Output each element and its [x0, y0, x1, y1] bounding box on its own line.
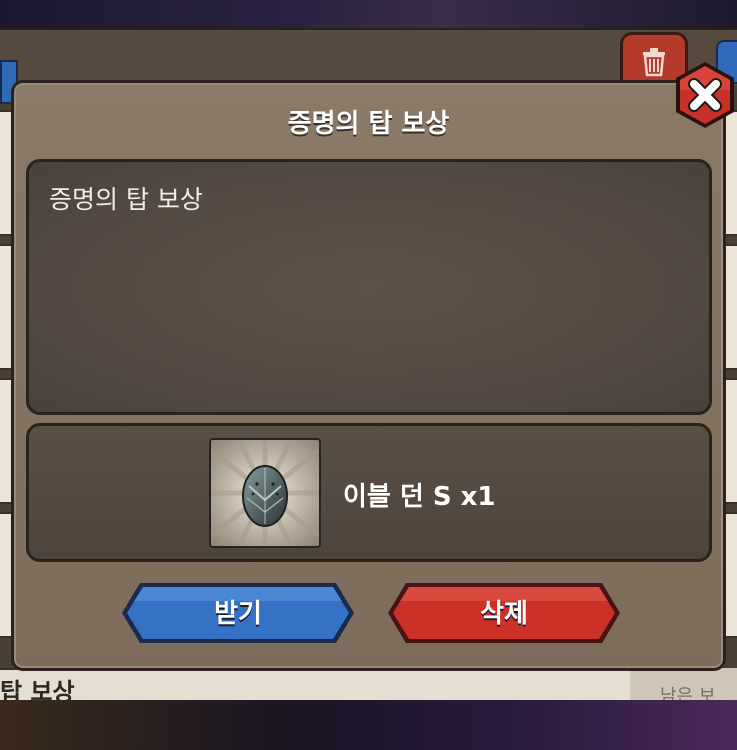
game-background-bottom	[0, 700, 737, 750]
reward-item-slot[interactable]	[209, 438, 321, 548]
close-button[interactable]	[670, 60, 737, 130]
message-text: 증명의 탑 보상	[49, 185, 203, 214]
egg-icon	[211, 440, 319, 546]
reward-item-label: 이블 던 S x1	[343, 482, 496, 512]
game-background-top	[0, 0, 737, 30]
close-icon	[676, 62, 734, 128]
delete-button-label: 삭제	[480, 599, 528, 629]
message-box: 증명의 탑 보상	[26, 159, 712, 415]
receive-button-label: 받기	[214, 599, 262, 629]
trash-icon	[643, 48, 665, 77]
reward-box: 이블 던 S x1	[26, 423, 712, 562]
delete-button[interactable]: 삭제	[386, 581, 622, 645]
receive-button[interactable]: 받기	[120, 581, 356, 645]
reward-mail-dialog: 증명의 탑 보상 증명의 탑 보상 이블 던 S x1 받기 삭제	[11, 80, 726, 671]
dialog-title: 증명의 탑 보상	[287, 109, 450, 139]
